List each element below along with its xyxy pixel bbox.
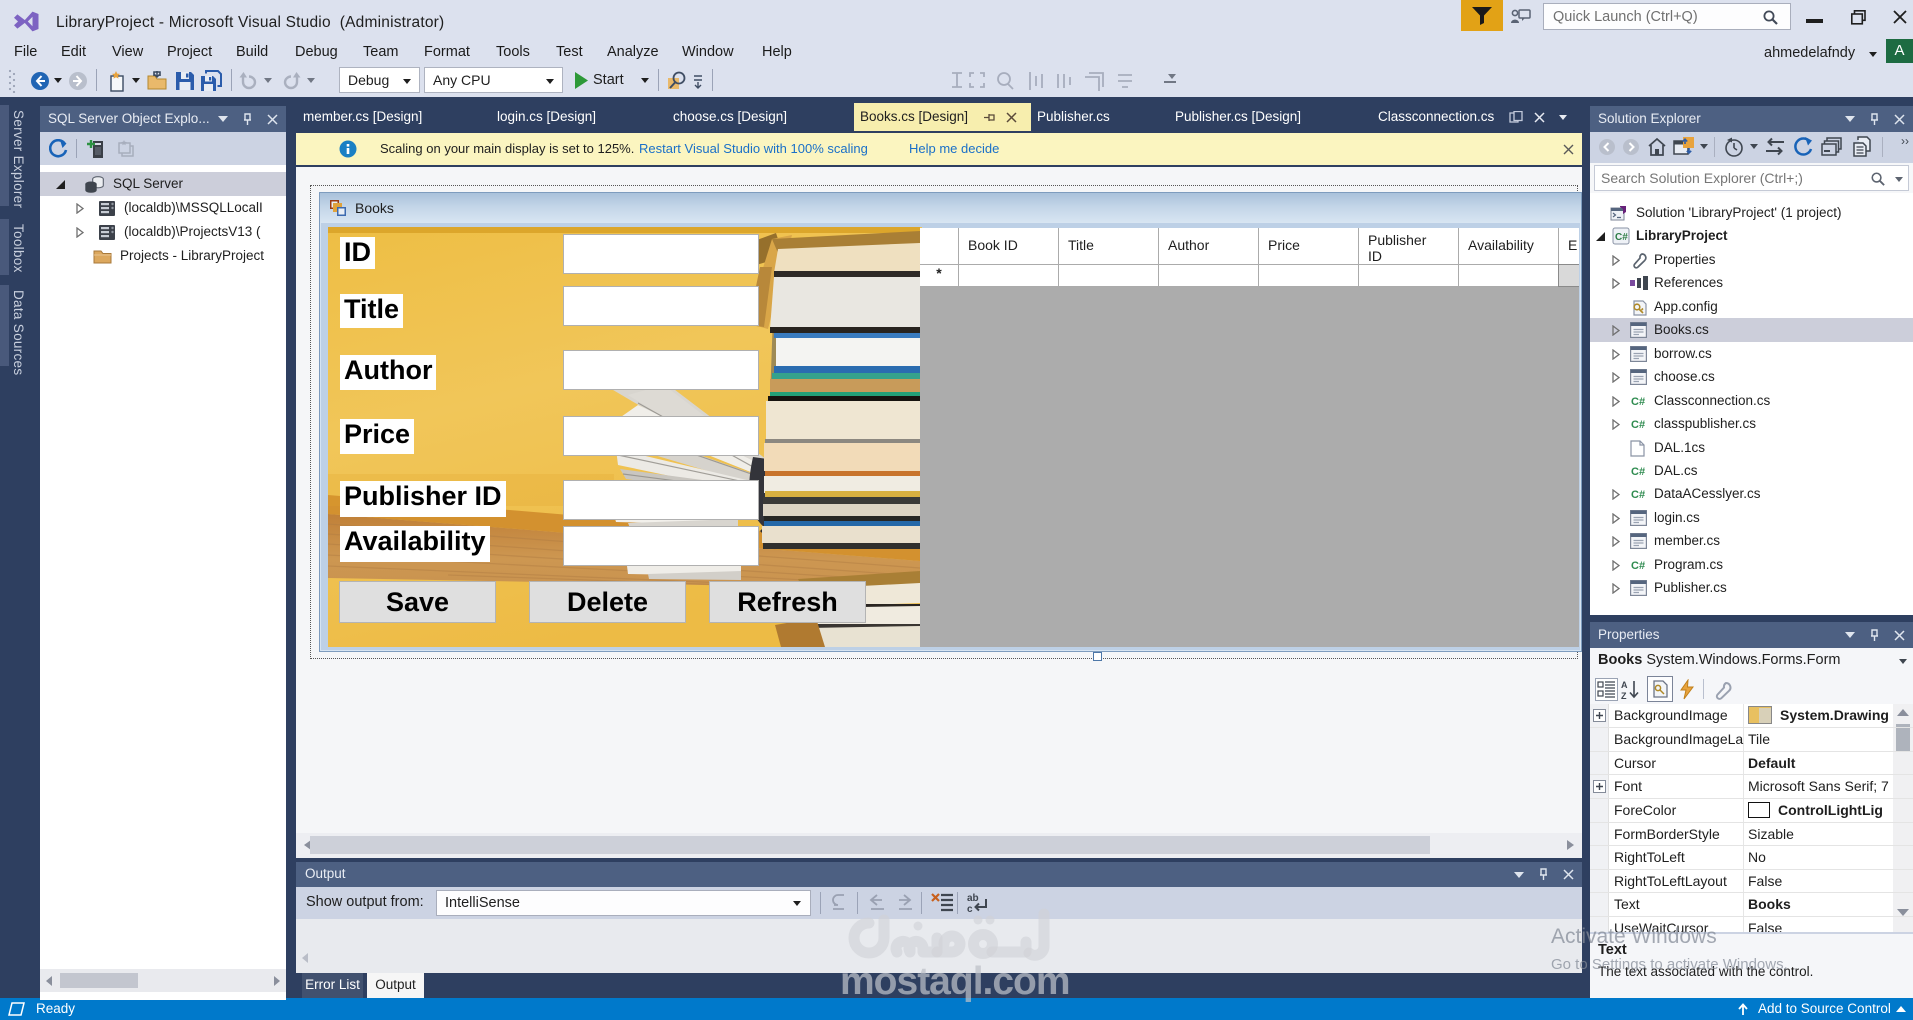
svg-text:C#: C#	[1631, 396, 1645, 408]
svg-text:C#: C#	[1631, 419, 1645, 431]
svg-text:C#: C#	[1615, 232, 1628, 243]
svg-text:A: A	[1621, 680, 1628, 690]
svg-text:Z: Z	[1621, 691, 1627, 701]
svg-text:C#: C#	[1631, 560, 1645, 572]
svg-text:ab: ab	[967, 893, 979, 904]
svg-text:C#: C#	[1631, 489, 1645, 501]
svg-text:C#: C#	[1631, 466, 1645, 478]
